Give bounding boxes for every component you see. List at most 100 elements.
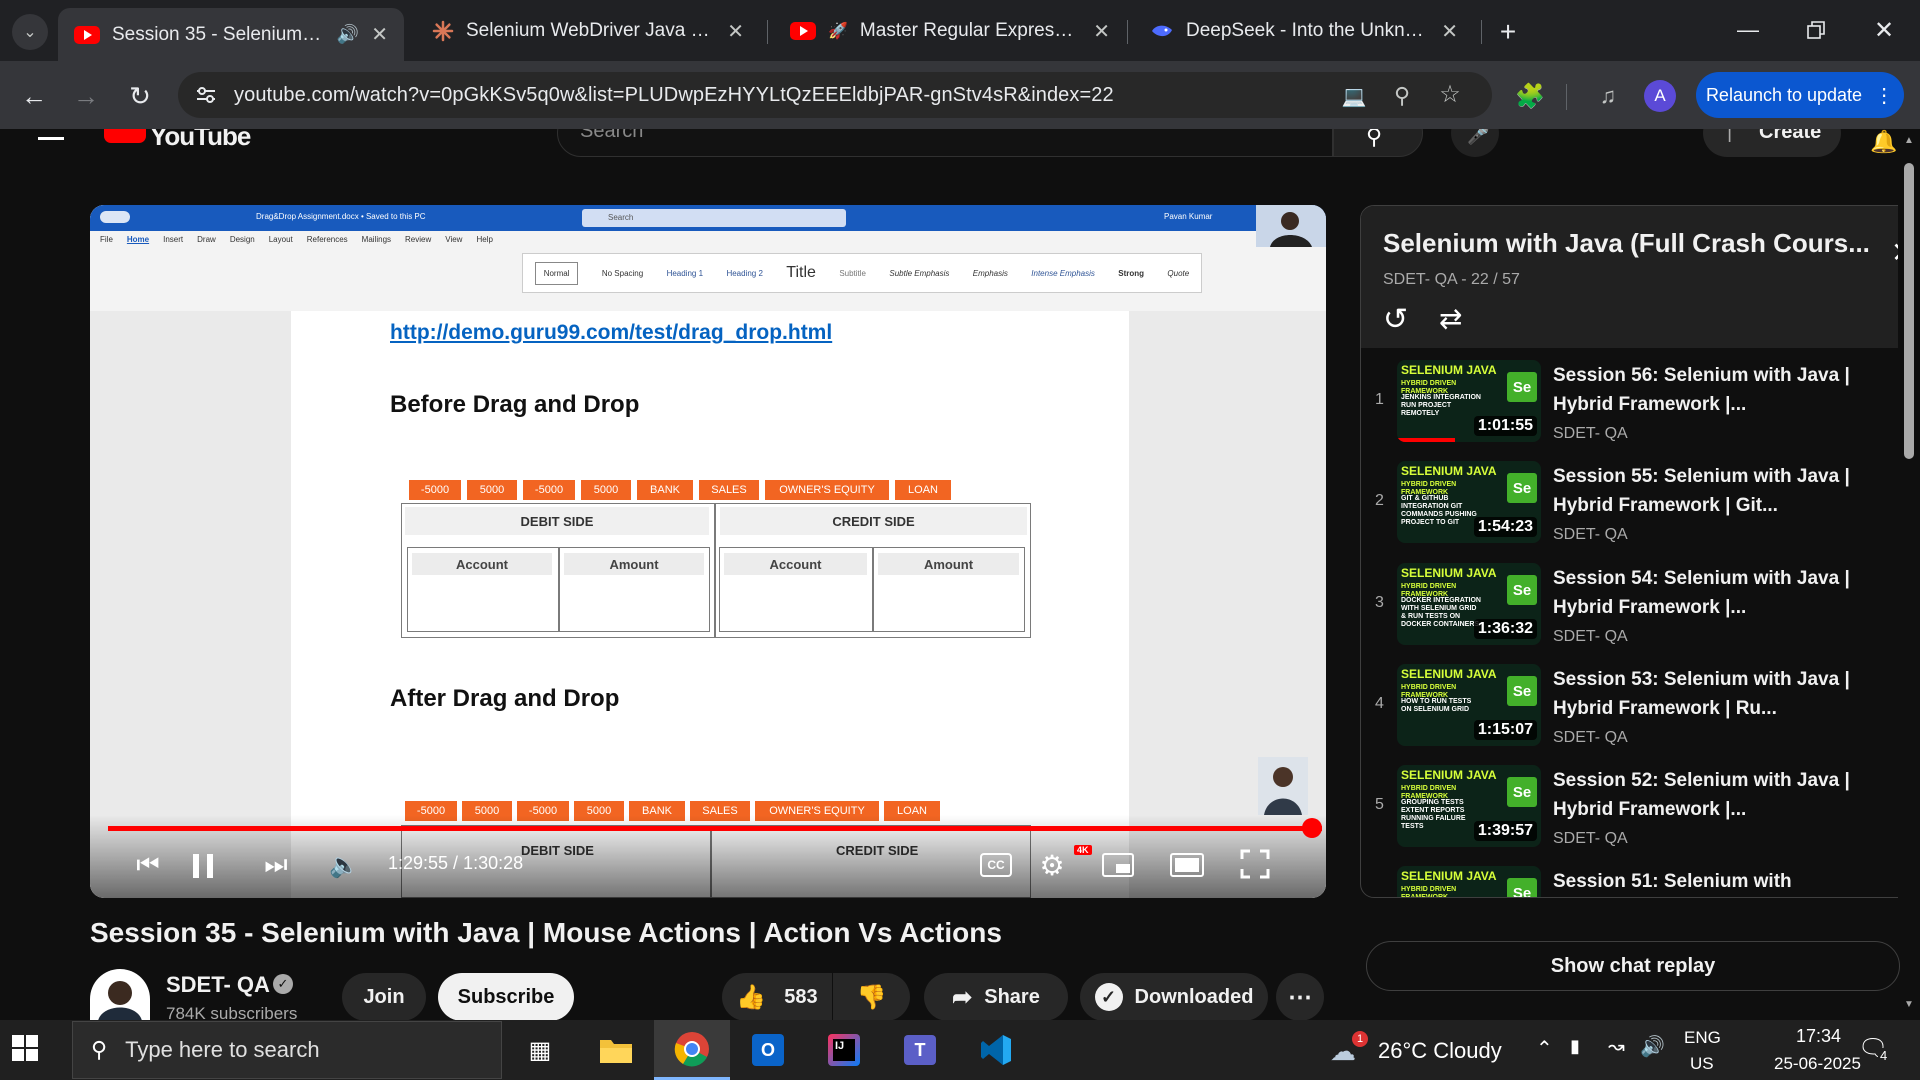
profile-avatar[interactable]: A bbox=[1644, 80, 1676, 112]
restore-button[interactable] bbox=[1792, 10, 1840, 50]
previous-button[interactable]: ⏮ bbox=[128, 845, 168, 885]
teams-button[interactable]: T bbox=[882, 1020, 958, 1080]
playlist-item[interactable]: 1 SELENIUM JAVA HYBRID DRIVEN FRAMEWORK … bbox=[1361, 353, 1901, 453]
progress-scrubber[interactable] bbox=[1302, 818, 1322, 838]
progress-bar[interactable] bbox=[108, 826, 1322, 831]
media-control-icon[interactable]: ♫ bbox=[1588, 76, 1628, 116]
playlist-title[interactable]: Selenium with Java (Full Crash Cours... bbox=[1383, 228, 1873, 259]
vscode-button[interactable] bbox=[958, 1020, 1034, 1080]
minimize-button[interactable]: — bbox=[1724, 10, 1772, 50]
playlist-item[interactable]: 4 SELENIUM JAVA HYBRID DRIVEN FRAMEWORK … bbox=[1361, 657, 1901, 757]
page-scrollbar-track[interactable]: ▲ ▼ bbox=[1898, 129, 1920, 1020]
search-button[interactable]: ⚲ bbox=[1333, 129, 1423, 157]
autosave-toggle bbox=[100, 211, 130, 223]
word-menu-item: Layout bbox=[268, 235, 293, 244]
taskbar-search[interactable]: ⚲ Type here to search bbox=[72, 1021, 502, 1079]
language-top[interactable]: ENG bbox=[1684, 1028, 1721, 1048]
tab-separator bbox=[1127, 20, 1128, 44]
share-button[interactable]: ➦ Share bbox=[924, 973, 1068, 1021]
tab-0[interactable]: Session 35 - Selenium with 🔊 ✕ bbox=[58, 8, 404, 61]
search-icon: ⚲ bbox=[1366, 129, 1383, 149]
scroll-up-icon[interactable]: ▲ bbox=[1904, 135, 1914, 146]
weather-text[interactable]: 26°C Cloudy bbox=[1378, 1038, 1502, 1064]
show-chat-replay-button[interactable]: Show chat replay bbox=[1366, 941, 1900, 991]
channel-name[interactable]: SDET- QA bbox=[166, 972, 270, 998]
captions-button[interactable]: CC bbox=[980, 853, 1012, 877]
join-button[interactable]: Join bbox=[342, 973, 426, 1021]
chrome-button[interactable] bbox=[654, 1020, 730, 1080]
site-info-icon[interactable] bbox=[194, 83, 218, 107]
tab-3[interactable]: DeepSeek - Into the Unknown ✕ bbox=[1134, 9, 1474, 53]
loop-icon[interactable]: ↺ bbox=[1383, 302, 1408, 337]
thumb-subheading: HYBRID DRIVEN FRAMEWORK bbox=[1401, 886, 1457, 898]
network-icon[interactable]: ↝ bbox=[1608, 1034, 1625, 1059]
channel-avatar[interactable] bbox=[90, 969, 150, 1021]
downloaded-button[interactable]: ✓ Downloaded bbox=[1080, 973, 1268, 1021]
subscribe-button[interactable]: Subscribe bbox=[438, 973, 574, 1021]
clock-date[interactable]: 25-06-2025 bbox=[1774, 1054, 1861, 1074]
back-button[interactable]: ← bbox=[14, 76, 54, 116]
tab-1[interactable]: Selenium WebDriver Java Comm ✕ bbox=[416, 9, 760, 53]
page-scrollbar-thumb[interactable] bbox=[1904, 163, 1914, 459]
close-icon[interactable]: ✕ bbox=[371, 22, 388, 47]
pause-button[interactable] bbox=[188, 851, 218, 881]
search-input[interactable]: Search bbox=[557, 129, 1333, 157]
start-button[interactable] bbox=[10, 1033, 46, 1069]
duration-badge: 1:39:57 bbox=[1473, 821, 1537, 841]
install-app-icon[interactable]: 💻 bbox=[1340, 82, 1368, 110]
settings-button[interactable]: ⚙ bbox=[1034, 847, 1070, 883]
outlook-button[interactable]: O bbox=[730, 1020, 806, 1080]
create-button[interactable]: | Create bbox=[1703, 129, 1841, 157]
playlist-item[interactable]: 5 SELENIUM JAVA HYBRID DRIVEN FRAMEWORK … bbox=[1361, 758, 1901, 858]
menu-icon[interactable] bbox=[38, 137, 64, 140]
playlist-item[interactable]: 2 SELENIUM JAVA HYBRID DRIVEN FRAMEWORK … bbox=[1361, 454, 1901, 554]
dislike-button[interactable]: 👎 bbox=[833, 973, 910, 1021]
volume-button[interactable]: 🔈 bbox=[324, 845, 364, 885]
bell-icon[interactable]: 🔔 bbox=[1870, 129, 1897, 155]
tab-2[interactable]: 🚀 Master Regular Expression w ✕ bbox=[774, 9, 1126, 53]
task-view-button[interactable]: ▦ bbox=[502, 1020, 578, 1080]
fullscreen-button[interactable] bbox=[1240, 849, 1270, 879]
clock-time[interactable]: 17:34 bbox=[1796, 1026, 1841, 1047]
next-button[interactable]: ⏭ bbox=[256, 845, 296, 885]
zoom-icon[interactable]: ⚲ bbox=[1388, 82, 1416, 110]
speaker-icon[interactable]: 🔊 bbox=[1640, 1034, 1665, 1059]
close-icon[interactable]: ✕ bbox=[727, 19, 744, 44]
playlist-item[interactable]: 3 SELENIUM JAVA HYBRID DRIVEN FRAMEWORK … bbox=[1361, 556, 1901, 656]
tab-search-button[interactable]: ⌄ bbox=[12, 14, 48, 50]
battery-icon[interactable]: ▮ bbox=[1570, 1036, 1580, 1057]
selenium-logo-icon: Se bbox=[1507, 575, 1537, 605]
new-tab-button[interactable]: + bbox=[1490, 14, 1526, 50]
intellij-button[interactable]: IJ bbox=[806, 1020, 882, 1080]
youtube-logo-icon[interactable] bbox=[104, 129, 146, 143]
voice-search-button[interactable]: 🎤 bbox=[1451, 129, 1499, 157]
close-window-button[interactable]: ✕ bbox=[1860, 10, 1908, 50]
shuffle-icon[interactable]: ⇄ bbox=[1439, 302, 1462, 335]
notification-center-button[interactable]: 🗨 4 bbox=[1858, 1034, 1892, 1066]
address-bar[interactable]: youtube.com/watch?v=0pGkKSv5q0w&list=PLU… bbox=[178, 72, 1492, 118]
like-button[interactable]: 👍 583 bbox=[722, 973, 832, 1021]
miniplayer-button[interactable] bbox=[1102, 853, 1134, 877]
theater-mode-button[interactable] bbox=[1170, 853, 1204, 877]
windows-logo-icon bbox=[12, 1035, 38, 1061]
arrow-right-icon: → bbox=[73, 80, 99, 111]
video-player[interactable]: Drag&Drop Assignment.docx • Saved to thi… bbox=[90, 205, 1326, 898]
bookmark-star-icon[interactable]: ☆ bbox=[1436, 80, 1464, 108]
relaunch-button[interactable]: Relaunch to update ⋮ bbox=[1696, 72, 1904, 118]
word-page: http://demo.guru99.com/test/drag_drop.ht… bbox=[291, 311, 1129, 898]
show-hidden-icons[interactable]: ⌃ bbox=[1536, 1036, 1553, 1061]
weather-button[interactable]: ☁ 1 bbox=[1330, 1031, 1368, 1066]
close-icon[interactable]: ✕ bbox=[1441, 19, 1458, 44]
scroll-down-icon[interactable]: ▼ bbox=[1904, 999, 1914, 1010]
file-explorer-button[interactable] bbox=[578, 1020, 654, 1080]
playlist-item[interactable]: SELENIUM JAVA HYBRID DRIVEN FRAMEWORK Se… bbox=[1361, 859, 1901, 898]
tab-title: Session 35 - Selenium with bbox=[112, 23, 325, 45]
style-item: Normal bbox=[534, 261, 579, 285]
table-divider bbox=[558, 547, 560, 632]
more-actions-button[interactable]: ⋯ bbox=[1276, 973, 1324, 1021]
language-bottom[interactable]: US bbox=[1690, 1054, 1714, 1074]
close-icon[interactable]: ✕ bbox=[1093, 19, 1110, 44]
reload-button[interactable]: ↻ bbox=[120, 76, 160, 116]
extensions-icon[interactable]: 🧩 bbox=[1510, 76, 1550, 116]
forward-button[interactable]: → bbox=[66, 76, 106, 116]
